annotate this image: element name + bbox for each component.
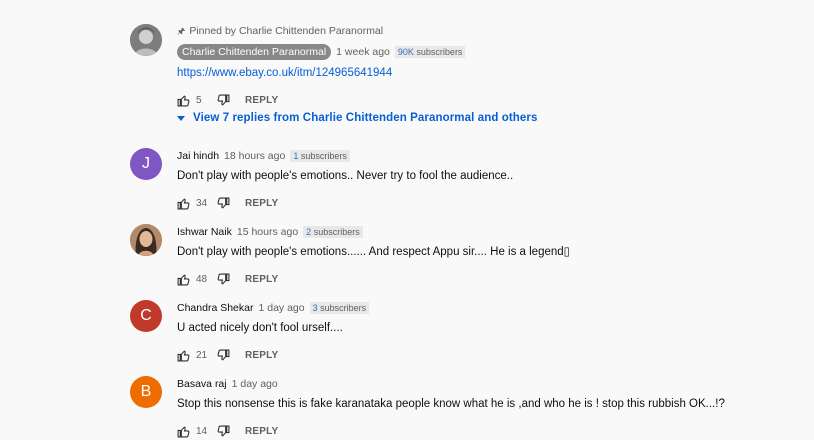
author-name[interactable]: Basava raj [177, 378, 227, 390]
reply-button[interactable]: REPLY [245, 95, 278, 106]
avatar[interactable]: J [130, 148, 162, 180]
comment-time[interactable]: 1 week ago [336, 46, 390, 58]
author-name[interactable]: Ishwar Naik [177, 226, 232, 238]
comment-time[interactable]: 15 hours ago [237, 226, 298, 238]
like-count: 34 [196, 197, 208, 209]
caret-down-icon [177, 115, 185, 121]
comment-time[interactable]: 1 day ago [258, 302, 304, 314]
thumb-down-icon[interactable] [217, 273, 230, 286]
comment-text: Stop this nonsense this is fake karanata… [177, 398, 725, 410]
pin-icon: 🖈 [177, 26, 186, 36]
thumb-up-icon[interactable] [177, 94, 190, 107]
author-name[interactable]: Chandra Shekar [177, 302, 253, 314]
subscriber-badge: 90K subscribers [394, 46, 466, 58]
avatar-letter: J [142, 155, 150, 172]
like-count: 48 [196, 273, 208, 285]
subscriber-badge: 3 subscribers [309, 302, 370, 314]
reply-button[interactable]: REPLY [245, 350, 278, 361]
avatar-letter: C [140, 307, 152, 324]
subscriber-count: 90K [397, 47, 414, 57]
subscriber-label: subscribers [320, 303, 367, 313]
subscriber-label: subscribers [313, 227, 360, 237]
subscriber-count: 1 [293, 151, 299, 161]
subscriber-count: 2 [306, 227, 312, 237]
author-name[interactable]: Charlie Chittenden Paranormal [177, 44, 332, 60]
avatar-letter: B [140, 383, 152, 400]
thumb-down-icon[interactable] [217, 425, 230, 438]
subscriber-badge: 1 subscribers [290, 150, 350, 162]
like-count: 14 [196, 425, 208, 437]
comment-text: Don't play with people's emotions...... … [177, 246, 570, 258]
thumb-up-icon[interactable] [177, 349, 190, 362]
thumb-up-icon[interactable] [177, 273, 190, 286]
reply-button[interactable]: REPLY [245, 426, 278, 437]
view-replies-label: View 7 replies from Charlie Chittenden P… [193, 112, 538, 124]
avatar[interactable] [130, 24, 162, 56]
thumb-down-icon[interactable] [217, 349, 230, 362]
thumb-up-icon[interactable] [177, 197, 190, 210]
subscriber-label: subscribers [300, 151, 347, 161]
avatar[interactable] [130, 224, 162, 256]
avatar[interactable]: B [130, 376, 162, 408]
reply-button[interactable]: REPLY [245, 198, 278, 209]
subscriber-count: 3 [312, 303, 318, 313]
comment-text: U acted nicely don't fool urself.... [177, 322, 343, 334]
thumb-up-icon[interactable] [177, 425, 190, 438]
comment-text[interactable]: https://www.ebay.co.uk/itm/124965641944 [177, 65, 780, 81]
avatar[interactable]: C [130, 300, 162, 332]
subscriber-label: subscribers [416, 47, 463, 57]
pinned-label: 🖈 Pinned by Charlie Chittenden Paranorma… [177, 24, 780, 38]
view-replies-button[interactable]: View 7 replies from Charlie Chittenden P… [177, 112, 538, 124]
author-name[interactable]: Jai hindh [177, 150, 219, 162]
subscriber-badge: 2 subscribers [303, 226, 363, 238]
thumb-down-icon[interactable] [217, 197, 230, 210]
thumb-down-icon[interactable] [217, 94, 230, 107]
like-count: 21 [196, 349, 208, 361]
comment-time[interactable]: 18 hours ago [224, 150, 285, 162]
comment-text: Don't play with people's emotions.. Neve… [177, 170, 514, 182]
reply-button[interactable]: REPLY [245, 274, 278, 285]
comment-time[interactable]: 1 day ago [232, 378, 278, 390]
pinned-text: Pinned by Charlie Chittenden Paranormal [189, 25, 384, 37]
like-count: 5 [196, 94, 202, 106]
